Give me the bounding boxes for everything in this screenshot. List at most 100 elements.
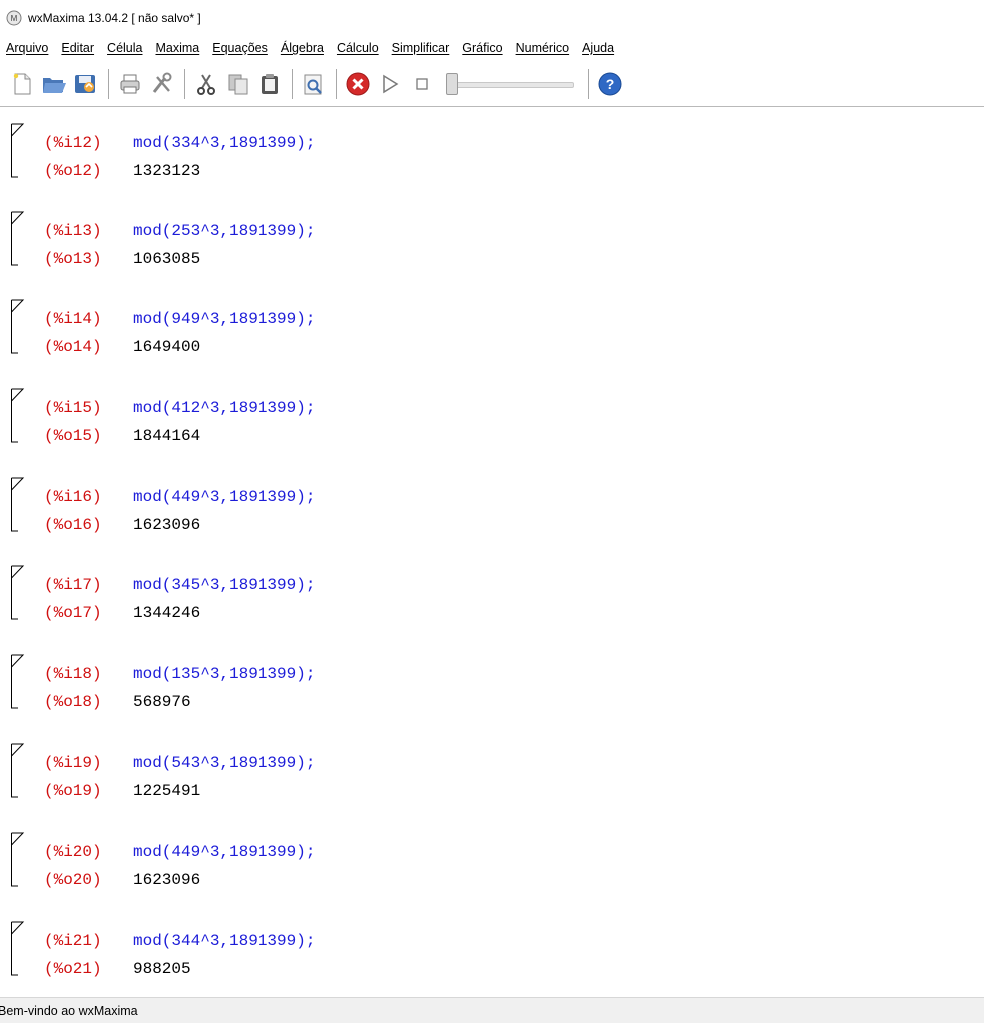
- output-label: (%o15): [44, 427, 102, 445]
- output-value: 1844164: [133, 427, 201, 445]
- title-bar: M wxMaxima 13.04.2 [ não salvo* ]: [0, 0, 984, 36]
- cut-icon[interactable]: [192, 70, 220, 98]
- menu-equacoes[interactable]: Equações: [212, 41, 268, 55]
- menu-bar: Arquivo Editar Célula Maxima Equações Ál…: [0, 36, 984, 60]
- slider-thumb[interactable]: [446, 72, 458, 95]
- preferences-icon[interactable]: [148, 70, 176, 98]
- output-label: (%o21): [44, 960, 102, 978]
- svg-text:M: M: [11, 14, 18, 23]
- input-label: (%i14): [44, 310, 102, 328]
- input-label: (%i18): [44, 665, 102, 683]
- cell-group[interactable]: (%i21) mod(344^3,1891399); (%o21) 988205: [0, 906, 984, 994]
- menu-algebra[interactable]: Álgebra: [281, 41, 324, 55]
- interrupt-icon[interactable]: [344, 70, 372, 98]
- toolbar-separator: [108, 68, 109, 99]
- input-code[interactable]: mod(334^3,1891399);: [133, 133, 315, 153]
- new-document-icon[interactable]: [8, 70, 36, 98]
- output-label: (%o14): [44, 338, 102, 356]
- paste-icon[interactable]: [256, 70, 284, 98]
- output-value: 1063085: [133, 250, 201, 268]
- status-text: Bem-vindo ao wxMaxima: [0, 1003, 138, 1018]
- cell-bracket[interactable]: [10, 920, 26, 976]
- input-label: (%i20): [44, 843, 102, 861]
- input-label: (%i12): [44, 134, 102, 152]
- output-value: 1623096: [133, 516, 201, 534]
- open-folder-icon[interactable]: [40, 70, 68, 98]
- toolbar-separator: [292, 68, 293, 99]
- input-label: (%i17): [44, 576, 102, 594]
- slider-track: [448, 81, 574, 88]
- output-value: 1649400: [133, 338, 201, 356]
- wxmaxima-app-icon: M: [6, 10, 22, 26]
- print-icon[interactable]: [116, 70, 144, 98]
- menu-numerico[interactable]: Numérico: [516, 41, 570, 55]
- cell-group[interactable]: (%i19) mod(543^3,1891399); (%o19) 122549…: [0, 728, 984, 816]
- output-label: (%o18): [44, 693, 102, 711]
- menu-ajuda[interactable]: Ajuda: [582, 41, 614, 55]
- svg-text:?: ?: [606, 76, 615, 92]
- cell-bracket[interactable]: [10, 742, 26, 798]
- copy-icon[interactable]: [224, 70, 252, 98]
- output-value: 1323123: [133, 162, 201, 180]
- save-icon[interactable]: [72, 70, 100, 98]
- cell-group[interactable]: (%i18) mod(135^3,1891399); (%o18) 568976: [0, 639, 984, 727]
- cell-bracket[interactable]: [10, 831, 26, 887]
- output-label: (%o20): [44, 871, 102, 889]
- play-animation-icon[interactable]: [376, 70, 404, 98]
- input-code[interactable]: mod(135^3,1891399);: [133, 664, 315, 684]
- output-label: (%o19): [44, 782, 102, 800]
- cell-bracket[interactable]: [10, 210, 26, 266]
- input-code[interactable]: mod(949^3,1891399);: [133, 309, 315, 329]
- input-label: (%i15): [44, 399, 102, 417]
- input-label: (%i21): [44, 932, 102, 950]
- input-label: (%i16): [44, 488, 102, 506]
- cell-group[interactable]: (%i20) mod(449^3,1891399); (%o20) 162309…: [0, 817, 984, 905]
- cell-group[interactable]: (%i15) mod(412^3,1891399); (%o15) 184416…: [0, 373, 984, 461]
- output-label: (%o13): [44, 250, 102, 268]
- input-code[interactable]: mod(412^3,1891399);: [133, 398, 315, 418]
- cell-bracket[interactable]: [10, 476, 26, 532]
- menu-calculo[interactable]: Cálculo: [337, 41, 379, 55]
- toolbar-separator: [588, 68, 589, 99]
- output-value: 1344246: [133, 604, 201, 622]
- output-value: 1623096: [133, 871, 201, 889]
- menu-celula[interactable]: Célula: [107, 41, 142, 55]
- cell-bracket[interactable]: [10, 122, 26, 178]
- output-label: (%o12): [44, 162, 102, 180]
- worksheet[interactable]: (%i12) mod(334^3,1891399); (%o12) 132312…: [0, 108, 984, 997]
- cell-group[interactable]: (%i17) mod(345^3,1891399); (%o17) 134424…: [0, 550, 984, 638]
- menu-maxima[interactable]: Maxima: [155, 41, 199, 55]
- toolbar: ?: [0, 61, 984, 107]
- menu-editar[interactable]: Editar: [61, 41, 94, 55]
- cell-bracket[interactable]: [10, 653, 26, 709]
- find-icon[interactable]: [300, 70, 328, 98]
- output-value: 568976: [133, 693, 191, 711]
- input-label: (%i13): [44, 222, 102, 240]
- input-code[interactable]: mod(253^3,1891399);: [133, 221, 315, 241]
- input-code[interactable]: mod(543^3,1891399);: [133, 753, 315, 773]
- window-title: wxMaxima 13.04.2 [ não salvo* ]: [28, 11, 201, 25]
- menu-arquivo[interactable]: Arquivo: [6, 41, 48, 55]
- help-icon[interactable]: ?: [596, 70, 624, 98]
- cell-bracket[interactable]: [10, 387, 26, 443]
- cell-group[interactable]: (%i14) mod(949^3,1891399); (%o14) 164940…: [0, 284, 984, 372]
- cell-group[interactable]: (%i13) mod(253^3,1891399); (%o13) 106308…: [0, 196, 984, 284]
- menu-grafico[interactable]: Gráfico: [462, 41, 502, 55]
- cell-group[interactable]: (%i16) mod(449^3,1891399); (%o16) 162309…: [0, 462, 984, 550]
- cell-bracket[interactable]: [10, 298, 26, 354]
- input-label: (%i19): [44, 754, 102, 772]
- output-label: (%o16): [44, 516, 102, 534]
- output-value: 988205: [133, 960, 191, 978]
- toolbar-separator: [184, 68, 185, 99]
- status-bar: Bem-vindo ao wxMaxima: [0, 997, 984, 1023]
- menu-simplificar[interactable]: Simplificar: [392, 41, 450, 55]
- input-code[interactable]: mod(345^3,1891399);: [133, 575, 315, 595]
- input-code[interactable]: mod(449^3,1891399);: [133, 487, 315, 507]
- cell-bracket[interactable]: [10, 564, 26, 620]
- stop-animation-icon[interactable]: [408, 70, 436, 98]
- input-code[interactable]: mod(449^3,1891399);: [133, 842, 315, 862]
- cell-group[interactable]: (%i12) mod(334^3,1891399); (%o12) 132312…: [0, 108, 984, 196]
- animation-slider[interactable]: [446, 72, 576, 95]
- output-label: (%o17): [44, 604, 102, 622]
- input-code[interactable]: mod(344^3,1891399);: [133, 931, 315, 951]
